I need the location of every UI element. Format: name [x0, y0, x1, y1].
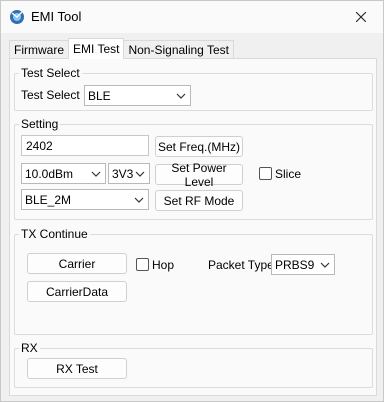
tab-non-signaling-test[interactable]: Non-Signaling Test: [123, 40, 234, 59]
rx-group: RX RX Test: [14, 341, 373, 388]
power-dropdown[interactable]: 10.0dBm: [21, 163, 106, 184]
chevron-down-icon: [320, 262, 330, 268]
packet-type-value: PRBS9: [275, 257, 315, 272]
rf-mode-value: BLE_2M: [25, 192, 72, 207]
emi-tool-window: EMI Tool Firmware EMI Test Non-Signaling…: [0, 0, 384, 402]
voltage-dropdown[interactable]: 3V3: [108, 163, 150, 184]
chevron-down-icon: [134, 197, 144, 203]
close-button[interactable]: [339, 1, 383, 33]
tab-firmware[interactable]: Firmware: [9, 40, 69, 59]
emi-test-panel: Test Select Test Select BLE Setting 2402…: [9, 58, 377, 396]
tx-continue-group-title: TX Continue: [19, 227, 90, 241]
app-icon: [10, 10, 24, 24]
rx-group-title: RX: [19, 341, 40, 355]
tab-strip: Firmware EMI Test Non-Signaling Test: [9, 38, 234, 59]
set-freq-button[interactable]: Set Freq.(MHz): [155, 136, 243, 157]
slice-label: Slice: [275, 167, 302, 181]
rf-mode-dropdown[interactable]: BLE_2M: [21, 189, 149, 210]
carrier-data-button[interactable]: CarrierData: [27, 281, 127, 302]
chevron-down-icon: [91, 171, 101, 177]
hop-checkbox[interactable]: [136, 258, 149, 271]
slice-checkbox[interactable]: [259, 167, 272, 180]
test-select-value: BLE: [88, 88, 111, 103]
test-select-label: Test Select: [21, 88, 80, 102]
chevron-down-icon: [135, 171, 145, 177]
title-bar: EMI Tool: [1, 1, 383, 33]
tx-continue-group: TX Continue Carrier Hop Packet Type PRBS…: [14, 227, 373, 335]
setting-group: Setting 2402 Set Freq.(MHz) 10.0dBm 3V3 …: [14, 117, 373, 220]
test-select-group-title: Test Select: [19, 66, 82, 80]
tab-emi-test[interactable]: EMI Test: [68, 38, 125, 59]
window-title: EMI Tool: [31, 9, 82, 24]
voltage-value: 3V3: [112, 166, 134, 181]
packet-type-label: Packet Type: [208, 258, 274, 272]
rx-test-button[interactable]: RX Test: [27, 358, 127, 379]
hop-label: Hop: [152, 258, 175, 272]
set-rf-mode-button[interactable]: Set RF Mode: [155, 190, 243, 211]
frequency-input[interactable]: 2402: [21, 135, 149, 156]
test-select-dropdown[interactable]: BLE: [84, 85, 191, 106]
test-select-group: Test Select Test Select BLE: [14, 66, 373, 111]
set-power-level-button[interactable]: Set Power Level: [155, 161, 243, 189]
close-icon: [356, 12, 366, 22]
chevron-down-icon: [176, 93, 186, 99]
packet-type-dropdown[interactable]: PRBS9: [271, 254, 335, 275]
setting-group-title: Setting: [19, 117, 61, 131]
carrier-button[interactable]: Carrier: [27, 253, 127, 274]
power-value: 10.0dBm: [25, 166, 74, 181]
